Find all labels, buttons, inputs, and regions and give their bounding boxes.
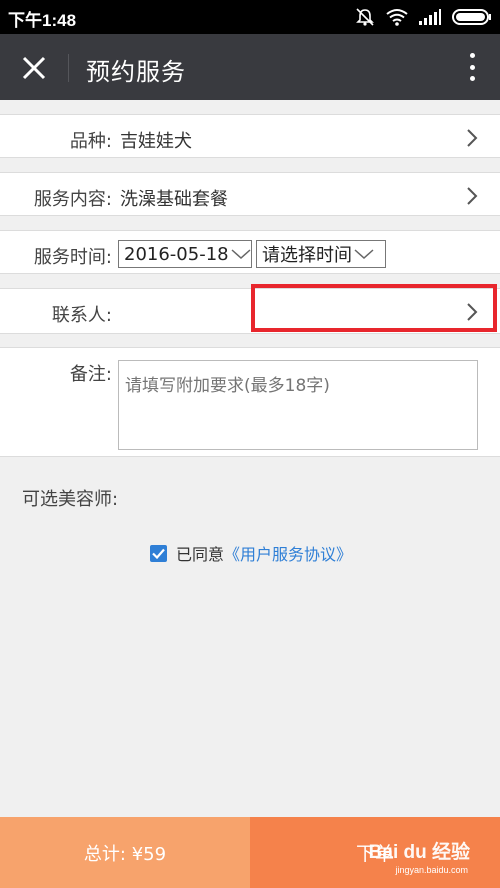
breed-row[interactable]: 品种: 吉娃娃犬 — [0, 114, 500, 158]
watermark-url: jingyan.baidu.com — [395, 865, 468, 875]
agreement-row: 已同意 《用户服务协议》 — [150, 541, 352, 565]
battery-icon — [452, 8, 492, 26]
agreement-link[interactable]: 《用户服务协议》 — [224, 541, 352, 565]
note-label: 备注: — [69, 364, 112, 385]
watermark-logo: Bai du 经验 — [368, 842, 470, 863]
service-time-label: 服务时间: — [33, 247, 112, 268]
chevron-right-icon — [467, 129, 478, 147]
agreement-text: 已同意 — [176, 545, 225, 564]
close-icon — [22, 56, 46, 80]
status-icons — [354, 6, 492, 28]
chevron-down-icon — [231, 249, 251, 260]
service-label: 服务内容: — [33, 189, 112, 210]
title-bar: 预约服务 — [0, 34, 500, 100]
service-time-row: 服务时间: 2016-05-18 请选择时间 — [0, 230, 500, 274]
bottom-bar: 总计: ¥59 下单 Bai du 经验 jingyan.baidu.com — [0, 817, 500, 888]
total-price: 总计: ¥59 — [0, 817, 250, 888]
note-textarea[interactable] — [118, 360, 478, 450]
chevron-down-icon — [354, 249, 374, 260]
status-bar: 下午1:48 — [0, 0, 500, 34]
status-time: 下午1:48 — [8, 11, 77, 30]
note-row: 备注: — [0, 347, 500, 457]
wifi-icon — [386, 8, 408, 26]
total-price-text: 总计: ¥59 — [83, 843, 167, 865]
more-vertical-icon — [469, 53, 475, 58]
stylist-label: 可选美容师: — [22, 489, 119, 510]
service-value: 洗澡基础套餐 — [120, 189, 228, 210]
contact-label: 联系人: — [51, 305, 112, 326]
close-button[interactable] — [14, 51, 54, 85]
chevron-right-icon — [467, 187, 478, 205]
checkmark-icon — [152, 548, 165, 559]
order-button[interactable]: 下单 Bai du 经验 jingyan.baidu.com — [250, 817, 500, 888]
more-menu-button[interactable] — [462, 49, 482, 85]
breed-value: 吉娃娃犬 — [120, 131, 192, 152]
service-row[interactable]: 服务内容: 洗澡基础套餐 — [0, 172, 500, 216]
signal-icon — [418, 8, 442, 26]
page-title: 预约服务 — [86, 58, 186, 86]
time-select-value: 请选择时间 — [262, 245, 352, 266]
title-divider — [68, 54, 69, 82]
date-select-value: 2016-05-18 — [124, 243, 229, 265]
time-select[interactable]: 请选择时间 — [256, 240, 386, 268]
date-select[interactable]: 2016-05-18 — [118, 240, 252, 268]
mute-icon — [354, 7, 376, 27]
breed-label: 品种: — [69, 131, 112, 152]
agreement-checkbox[interactable] — [150, 544, 167, 562]
contact-highlight-box — [251, 284, 497, 332]
